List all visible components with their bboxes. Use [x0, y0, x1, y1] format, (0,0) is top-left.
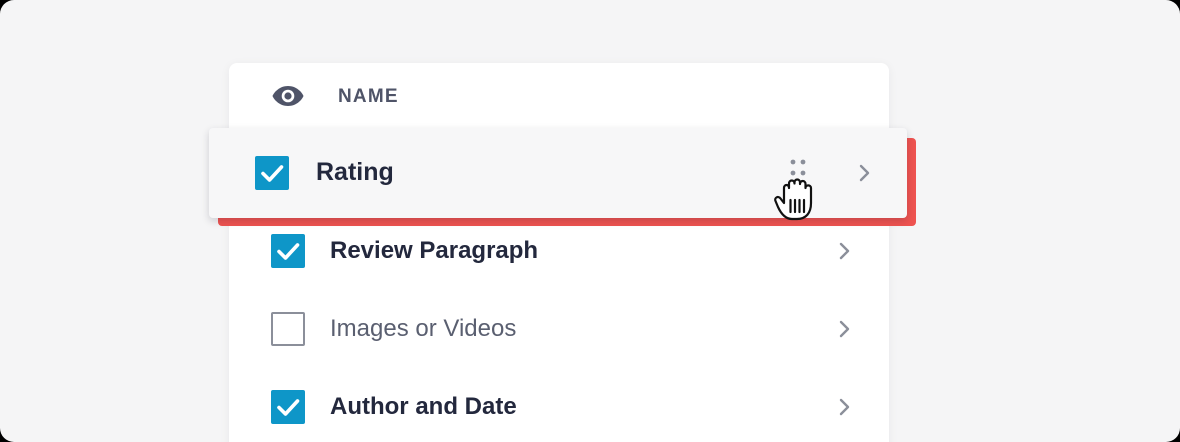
list-item-label: Author and Date	[330, 393, 517, 420]
checkbox-author-and-date[interactable]	[271, 390, 305, 424]
chevron-right-icon[interactable]	[838, 240, 852, 262]
column-header-title: NAME	[338, 86, 399, 107]
chevron-right-icon[interactable]	[858, 162, 872, 184]
canvas: NAME Review Paragraph Images or Videos A…	[0, 0, 1180, 442]
list-item-author-and-date[interactable]: Author and Date	[229, 372, 889, 442]
drag-handle-icon[interactable]	[787, 158, 809, 178]
checkmark-icon	[277, 243, 300, 260]
grab-cursor-icon	[774, 178, 813, 221]
list-item-images-or-videos[interactable]: Images or Videos	[229, 294, 889, 364]
eye-icon[interactable]	[272, 85, 304, 107]
checkbox-review-paragraph[interactable]	[271, 234, 305, 268]
chevron-right-icon[interactable]	[838, 318, 852, 340]
column-header: NAME	[229, 63, 889, 129]
list-item-review-paragraph[interactable]: Review Paragraph	[229, 216, 889, 286]
list-item-label: Rating	[316, 158, 394, 186]
chevron-right-icon[interactable]	[838, 396, 852, 418]
checkmark-icon	[261, 165, 284, 182]
checkbox-rating[interactable]	[255, 156, 289, 190]
list-item-label: Review Paragraph	[330, 237, 539, 264]
checkmark-icon	[277, 399, 300, 416]
checkbox-images-or-videos[interactable]	[271, 312, 305, 346]
list-item-label: Images or Videos	[330, 315, 517, 342]
column-settings-panel: NAME Review Paragraph Images or Videos A…	[229, 63, 889, 442]
